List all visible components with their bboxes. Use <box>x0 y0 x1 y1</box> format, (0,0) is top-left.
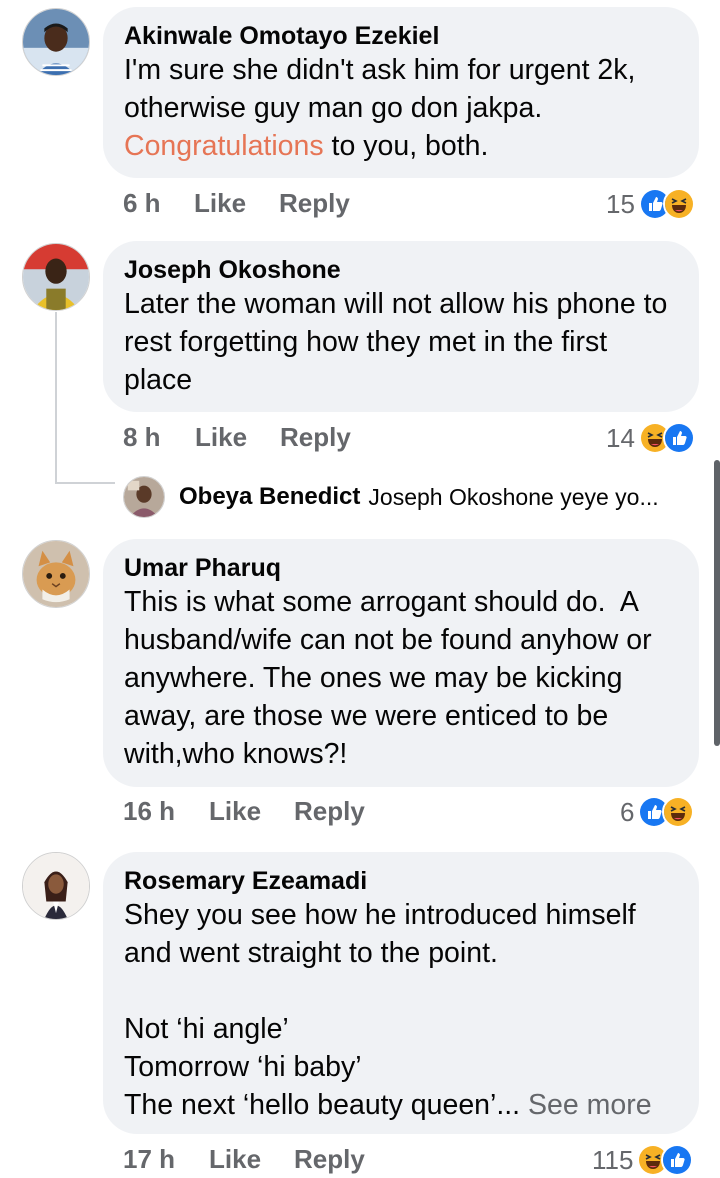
avatar[interactable] <box>22 540 90 608</box>
comment-actions: 6 h Like Reply <box>123 188 583 222</box>
avatar[interactable] <box>22 8 90 76</box>
reply-preview[interactable]: Obeya Benedict Joseph Okoshone yeye yo..… <box>123 474 659 520</box>
comment-bubble: Umar Pharuq This is what some arrogant s… <box>103 539 699 787</box>
haha-icon <box>662 188 695 220</box>
reaction-count: 14 <box>606 422 635 453</box>
like-icon <box>662 422 695 454</box>
reaction-count: 15 <box>606 188 635 219</box>
reply-button[interactable]: Reply <box>294 796 365 827</box>
comment-author[interactable]: Joseph Okoshone <box>124 255 679 285</box>
like-button[interactable]: Like <box>194 188 246 219</box>
like-button[interactable]: Like <box>209 796 261 827</box>
comment-text-end: to you, both. <box>323 130 489 162</box>
comment-text: I'm sure she didn't ask him for urgent 2… <box>124 51 679 165</box>
scrollbar[interactable] <box>714 460 720 746</box>
reaction-summary[interactable]: 6 <box>620 796 695 828</box>
reaction-summary[interactable]: 115 <box>592 1144 694 1176</box>
reply-button[interactable]: Reply <box>294 1144 365 1175</box>
timestamp[interactable]: 8 h <box>123 422 161 453</box>
like-button[interactable]: Like <box>195 422 247 453</box>
reply-button[interactable]: Reply <box>280 422 351 453</box>
haha-icon <box>662 796 695 828</box>
comment-author[interactable]: Umar Pharuq <box>124 553 679 583</box>
timestamp[interactable]: 17 h <box>123 1144 175 1175</box>
comment-author[interactable]: Akinwale Omotayo Ezekiel <box>124 21 679 51</box>
avatar[interactable] <box>22 243 90 311</box>
comment-actions: 16 h Like Reply <box>123 796 583 830</box>
thread-connector <box>55 482 115 484</box>
timestamp[interactable]: 6 h <box>123 188 161 219</box>
like-button[interactable]: Like <box>209 1144 261 1175</box>
comment-actions: 17 h Like Reply <box>123 1144 583 1178</box>
reaction-summary[interactable]: 15 <box>606 188 695 220</box>
reply-text: Joseph Okoshone yeye yo... <box>368 483 659 510</box>
reaction-summary[interactable]: 14 <box>606 422 695 454</box>
reaction-count: 6 <box>620 796 635 827</box>
avatar[interactable] <box>123 476 165 518</box>
reaction-count: 115 <box>592 1144 634 1175</box>
comment-text-start: I'm sure she didn't ask him for urgent 2… <box>124 54 644 124</box>
avatar[interactable] <box>22 852 90 920</box>
comment-text: Shey you see how he introduced himself a… <box>124 896 679 1124</box>
comment-actions: 8 h Like Reply <box>123 422 583 456</box>
comment-bubble: Rosemary Ezeamadi Shey you see how he in… <box>103 852 699 1134</box>
reply-author[interactable]: Obeya Benedict <box>179 483 360 511</box>
comment-bubble: Joseph Okoshone Later the woman will not… <box>103 241 699 412</box>
timestamp[interactable]: 16 h <box>123 796 175 827</box>
like-icon <box>661 1144 694 1176</box>
thread-connector <box>55 312 57 484</box>
comment-text: Later the woman will not allow his phone… <box>124 288 676 396</box>
comment-bubble: Akinwale Omotayo Ezekiel I'm sure she di… <box>103 7 699 178</box>
comment-text-body: Shey you see how he introduced himself a… <box>124 899 636 1121</box>
mention-tag[interactable]: Congratulations <box>124 130 324 162</box>
comment-author[interactable]: Rosemary Ezeamadi <box>124 866 679 896</box>
see-more-link[interactable]: See more <box>520 1089 652 1121</box>
reply-button[interactable]: Reply <box>279 188 350 219</box>
comment-text: This is what some arrogant should do. A … <box>124 586 660 770</box>
